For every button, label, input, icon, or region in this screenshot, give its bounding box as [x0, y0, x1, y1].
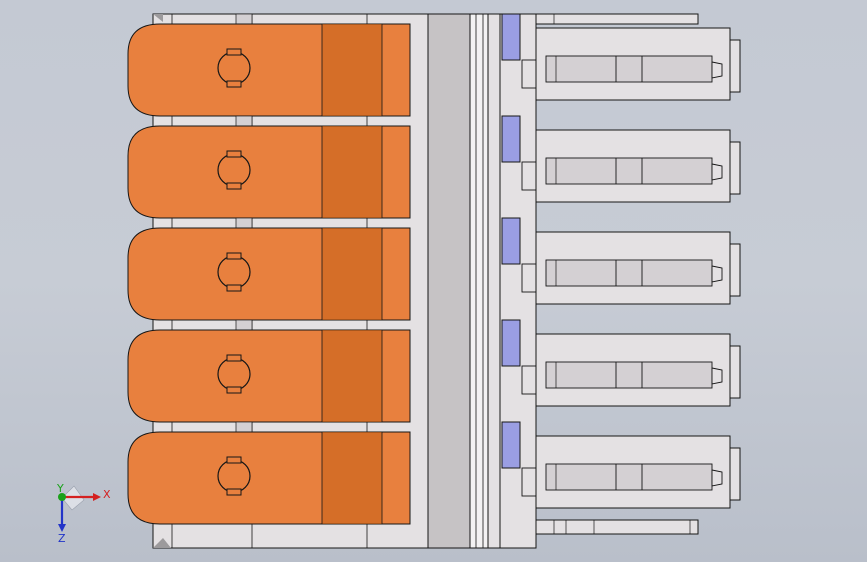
contact-slot [501, 421, 521, 469]
contact-slot [501, 13, 521, 61]
wire-entry-5[interactable] [501, 421, 741, 509]
wire-channel [545, 361, 713, 389]
terminal-block-model[interactable]: X Y Z [0, 0, 867, 562]
wire-channel [545, 157, 713, 185]
z-axis-label: Z [58, 532, 66, 545]
lever-groove [322, 432, 382, 524]
wire-channel [545, 55, 713, 83]
separator-rib [235, 13, 253, 25]
contact-slot [501, 319, 521, 367]
graphics-area[interactable]: X Y Z [0, 0, 867, 562]
y-axis-label: Y [56, 482, 64, 495]
lever-groove [322, 228, 382, 320]
lever-5[interactable] [127, 431, 411, 525]
lever-groove [322, 126, 382, 218]
wire-entry-3[interactable] [501, 217, 741, 305]
x-axis-label: X [103, 488, 111, 501]
lever-3[interactable] [127, 227, 411, 321]
coordinate-triad: X Y Z [56, 482, 111, 545]
wire-entry-2[interactable] [501, 115, 741, 203]
wire-channel [545, 259, 713, 287]
lever-1[interactable] [127, 23, 411, 117]
separator-rib [235, 421, 253, 433]
contact-slot [501, 115, 521, 163]
lever-groove [322, 24, 382, 116]
wire-entry-1[interactable] [501, 13, 741, 101]
contact-slot [501, 217, 521, 265]
wire-channel [545, 463, 713, 491]
lever-4[interactable] [127, 329, 411, 423]
separator-rib [235, 115, 253, 127]
wire-entry-4[interactable] [501, 319, 741, 407]
separator-rib [235, 217, 253, 229]
separator-rib [235, 319, 253, 331]
lever-2[interactable] [127, 125, 411, 219]
lever-groove [322, 330, 382, 422]
